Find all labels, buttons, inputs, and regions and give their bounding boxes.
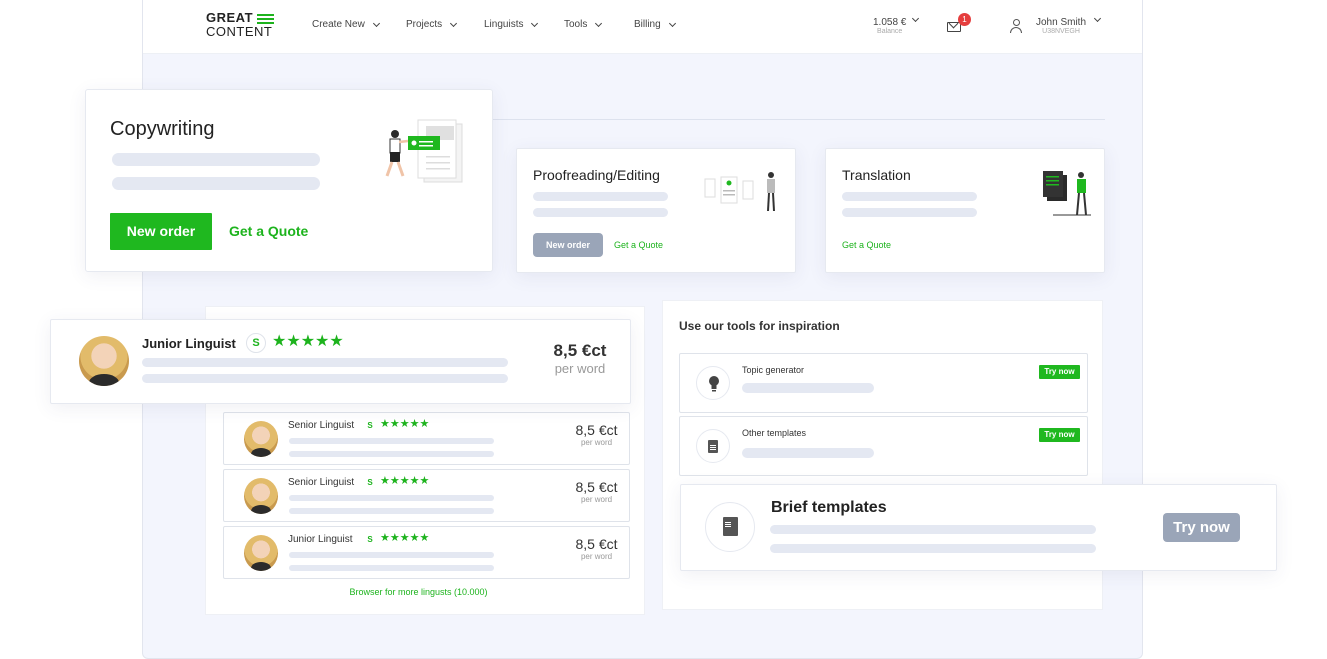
price: 8,5 €ct per word <box>553 341 607 376</box>
copywriting-card: Copywriting New order Get a Quote <box>85 89 493 272</box>
proofreading-illustration <box>704 172 775 212</box>
chevron-down-icon <box>595 19 603 27</box>
document-icon <box>723 517 738 536</box>
nav-create-new[interactable]: Create New <box>312 19 380 30</box>
linguist-name: Senior Linguist <box>288 477 355 488</box>
tool-name: Other templates <box>742 428 807 438</box>
tool-name: Topic generator <box>742 365 805 375</box>
chevron-down-icon <box>1093 14 1102 23</box>
translation-illustration <box>1043 171 1091 216</box>
nav-tools[interactable]: Tools <box>564 19 603 30</box>
other-templates-try-now-button[interactable]: Try now <box>1039 428 1080 442</box>
linguist-name: Junior Linguist <box>288 534 353 545</box>
level-badge: S <box>246 333 266 353</box>
placeholder-line <box>289 495 494 501</box>
nav-billing[interactable]: Billing <box>634 19 676 30</box>
proofreading-get-quote-link[interactable]: Get a Quote <box>614 240 663 250</box>
top-navigation-bar: GREAT CONTENT Create New Projects Lingui… <box>143 0 1142 54</box>
star-rating: ★★★★★ <box>380 418 430 430</box>
price: 8,5 €ct per word <box>575 536 618 561</box>
star-rating: ★★★★★ <box>380 532 430 544</box>
chevron-down-icon <box>531 19 539 27</box>
level-badge: S <box>367 478 373 487</box>
star-rating: ★★★★★ <box>272 333 344 350</box>
translation-card: Translation Get a Quote <box>825 148 1105 273</box>
proofreading-title: Proofreading/Editing <box>533 167 660 183</box>
star-rating: ★★★★★ <box>380 475 430 487</box>
logo[interactable]: GREAT CONTENT <box>206 11 274 39</box>
linguist-name: Junior Linguist <box>142 336 236 351</box>
brief-templates-title: Brief templates <box>771 499 887 516</box>
document-icon <box>708 440 718 453</box>
placeholder-line <box>289 552 494 558</box>
notification-badge: 1 <box>958 13 971 26</box>
tool-icon-circle <box>705 502 755 552</box>
other-templates-tool[interactable]: Other templates Try now <box>679 416 1088 476</box>
chevron-down-icon <box>372 19 380 27</box>
translation-title: Translation <box>842 167 911 183</box>
price: 8,5 €ct per word <box>575 422 618 447</box>
avatar <box>244 421 278 457</box>
linguist-name: Senior Linguist <box>288 420 355 431</box>
placeholder-line <box>289 508 494 514</box>
balance-display[interactable]: 1.058 € Balance <box>873 17 906 35</box>
linguist-row[interactable]: Senior Linguist S ★★★★★ 8,5 €ct per word <box>223 412 630 465</box>
placeholder-line <box>742 448 874 458</box>
price: 8,5 €ct per word <box>575 479 618 504</box>
placeholder-line <box>289 451 494 457</box>
avatar <box>244 535 278 571</box>
placeholder-line <box>770 544 1096 553</box>
proofreading-new-order-button[interactable]: New order <box>533 233 603 257</box>
proofreading-card: Proofreading/Editing New order Get a Quo… <box>516 148 796 273</box>
placeholder-line <box>289 565 494 571</box>
tools-title: Use our tools for inspiration <box>679 319 840 333</box>
level-badge: S <box>367 535 373 544</box>
level-badge: S <box>367 421 373 430</box>
linguist-row[interactable]: Senior Linguist S ★★★★★ 8,5 €ct per word <box>223 469 630 522</box>
chevron-down-icon <box>450 19 458 27</box>
copywriting-get-quote-link[interactable]: Get a Quote <box>229 223 308 239</box>
placeholder-line <box>112 177 320 190</box>
placeholder-line <box>742 383 874 393</box>
avatar <box>244 478 278 514</box>
lightbulb-icon <box>709 376 719 392</box>
tool-icon-circle <box>696 429 730 463</box>
avatar <box>79 336 129 386</box>
placeholder-line <box>533 192 668 201</box>
copywriting-new-order-button[interactable]: New order <box>110 213 212 250</box>
placeholder-line <box>112 153 320 166</box>
browse-more-linguists-link[interactable]: Browser for more lingusts (10.000) <box>206 587 631 597</box>
nav-projects[interactable]: Projects <box>406 19 458 30</box>
brief-templates-try-now-button[interactable]: Try now <box>1163 513 1240 542</box>
topic-generator-tool[interactable]: Topic generator Try now <box>679 353 1088 413</box>
nav-linguists[interactable]: Linguists <box>484 19 539 30</box>
linguist-row[interactable]: Junior Linguist S ★★★★★ 8,5 €ct per word <box>223 526 630 579</box>
placeholder-line <box>533 208 668 217</box>
chevron-down-icon <box>668 19 676 27</box>
tool-icon-circle <box>696 366 730 400</box>
copywriting-title: Copywriting <box>110 118 215 140</box>
placeholder-line <box>770 525 1096 534</box>
logo-bars-icon <box>257 14 274 26</box>
translation-get-quote-link[interactable]: Get a Quote <box>842 240 891 250</box>
placeholder-line <box>142 358 508 367</box>
copywriting-illustration <box>385 119 463 183</box>
placeholder-line <box>289 438 494 444</box>
user-icon[interactable] <box>1010 19 1022 33</box>
placeholder-line <box>842 192 977 201</box>
placeholder-line <box>842 208 977 217</box>
user-menu[interactable]: John Smith U38NVEGH <box>1036 17 1086 35</box>
featured-linguist-card[interactable]: Junior Linguist S ★★★★★ 8,5 €ct per word <box>50 319 631 404</box>
chevron-down-icon <box>911 14 920 23</box>
placeholder-line <box>142 374 508 383</box>
topic-generator-try-now-button[interactable]: Try now <box>1039 365 1080 379</box>
brief-templates-card[interactable]: Brief templates Try now <box>680 484 1277 571</box>
section-divider <box>493 119 1105 120</box>
